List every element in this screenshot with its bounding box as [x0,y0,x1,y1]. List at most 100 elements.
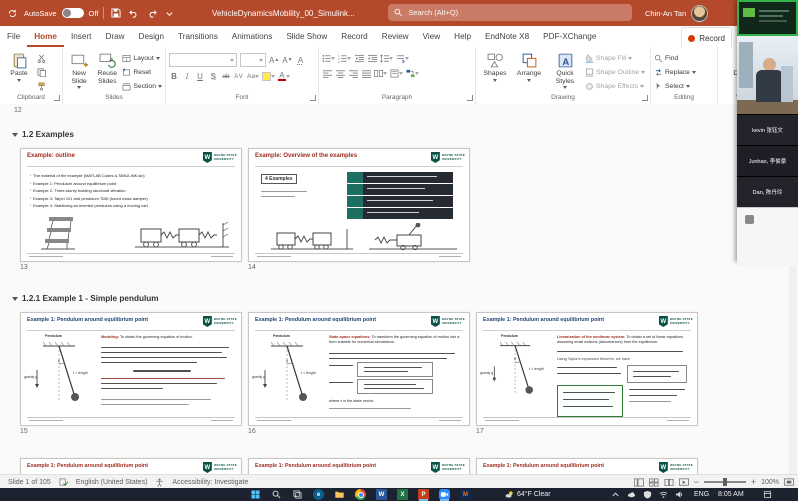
slide-thumbnail-13[interactable]: Example: outline W WAYNE STATEUNIVERSITY… [20,148,242,262]
tab-file[interactable]: File [0,26,27,47]
accessibility-status[interactable]: Accessibility: Investigate [172,479,248,486]
tab-endnote[interactable]: EndNote X8 [478,26,536,47]
justify-button[interactable] [361,68,371,79]
show-hidden-icons-button[interactable] [610,489,621,500]
replace-button[interactable]: Replace [654,66,696,78]
search-input[interactable] [406,7,626,18]
participant-tile[interactable]: Dan, 陈丹玲 [737,176,798,207]
zoom-level[interactable]: 100% [761,479,779,486]
underline-button[interactable]: U [195,71,205,82]
zoom-icon[interactable] [439,489,450,500]
undo-button[interactable] [127,7,140,20]
powerpoint-icon[interactable]: P [418,489,429,500]
section-header-example1[interactable]: 1.2.1 Example 1 - Simple pendulum [12,294,159,303]
convert-smartart-button[interactable] [406,68,419,79]
bold-button[interactable]: B [169,71,179,82]
increase-indent-button[interactable] [367,53,377,64]
panel-control-icon[interactable] [745,215,754,224]
active-speaker-tile[interactable] [737,0,798,36]
autosave-toggle[interactable] [62,8,84,18]
language-status[interactable]: English (United States) [76,479,148,486]
highlight-color-button[interactable] [262,71,275,82]
section-header-examples[interactable]: 1.2 Examples [12,130,74,139]
tab-help[interactable]: Help [447,26,478,47]
participant-video-tile[interactable] [737,36,798,114]
weather-widget[interactable]: 64°F Clear [505,488,551,501]
slide-thumbnail-16[interactable]: Example 1: Pendulum around equilibrium p… [248,312,470,426]
reuse-slides-button[interactable]: Reuse Slides [94,50,120,85]
participant-tile[interactable]: Junhao, 李俊豪 [737,145,798,176]
align-center-button[interactable] [335,68,345,79]
search-box[interactable] [388,4,632,21]
quick-styles-button[interactable]: A Quick Styles [547,50,583,89]
save-button[interactable] [109,7,122,20]
cut-button[interactable] [37,52,46,64]
redo-button[interactable] [145,7,158,20]
clear-formatting-button[interactable]: A [296,55,306,66]
shape-outline-button[interactable]: Shape Outline [585,66,645,78]
slide-thumbnail-18[interactable]: Example 1: Pendulum around equilibrium p… [20,458,242,474]
slide-show-button[interactable] [679,478,689,487]
slide-thumbnail-14[interactable]: Example: Overview of the examples W WAYN… [248,148,470,262]
participant-tile[interactable]: kevin 张钰文 [737,114,798,145]
zoom-out-button[interactable]: − [694,477,699,487]
new-slide-button[interactable]: New Slide [66,50,92,89]
strikethrough-button[interactable]: ab [221,71,231,82]
format-painter-button[interactable] [37,80,46,92]
align-right-button[interactable] [348,68,358,79]
tab-design[interactable]: Design [132,26,172,47]
font-name-combo[interactable] [169,53,237,67]
layout-button[interactable]: Layout [122,52,162,64]
select-button[interactable]: Select [654,80,696,92]
line-spacing-button[interactable] [380,53,393,64]
onedrive-icon[interactable] [626,489,637,500]
tab-transitions[interactable]: Transitions [171,26,225,47]
paste-button[interactable]: Paste [3,50,35,82]
file-explorer-icon[interactable] [334,489,345,500]
word-icon[interactable]: W [376,489,387,500]
bullets-button[interactable] [322,53,335,64]
italic-button[interactable]: I [182,71,192,82]
decrease-indent-button[interactable] [354,53,364,64]
slide-thumbnail-19[interactable]: Example 1: Pendulum around equilibrium p… [248,458,470,474]
decrease-font-size-button[interactable]: A▼ [282,55,292,66]
tab-view[interactable]: View [416,26,448,47]
volume-icon[interactable] [674,489,685,500]
tab-home[interactable]: Home [27,26,64,47]
change-case-button[interactable]: Aa [247,71,259,82]
matlab-icon[interactable]: M [460,489,471,500]
arrange-button[interactable]: Arrange [513,50,545,82]
zoom-in-button[interactable]: + [751,477,756,487]
reading-view-button[interactable] [664,478,674,487]
text-shadow-button[interactable]: S [208,71,218,82]
slide-thumbnail-17[interactable]: Example 1: Pendulum around equilibrium p… [476,312,698,426]
tab-draw[interactable]: Draw [98,26,131,47]
paragraph-dialog-launcher[interactable] [467,95,473,101]
numbering-button[interactable]: 123 [338,53,351,64]
task-view-button[interactable] [292,489,303,500]
notification-center-button[interactable] [762,489,773,500]
increase-font-size-button[interactable]: A▲ [269,55,279,66]
find-button[interactable]: Find [654,52,696,64]
align-left-button[interactable] [322,68,332,79]
slide-thumbnail-15[interactable]: Example 1: Pendulum around equilibrium p… [20,312,242,426]
zoom-slider[interactable] [704,481,746,483]
font-color-button[interactable]: A [278,71,290,82]
slide-thumbnail-20[interactable]: Example 1: Pendulum around equilibrium p… [476,458,698,474]
text-direction-button[interactable] [396,53,409,64]
tab-review[interactable]: Review [375,26,416,47]
user-account[interactable]: Chin-An Tan [645,0,708,26]
tab-record[interactable]: Record [334,26,374,47]
chrome-icon[interactable] [355,489,366,500]
font-size-combo[interactable] [240,53,266,67]
align-text-button[interactable] [390,68,403,79]
font-dialog-launcher[interactable] [310,95,316,101]
slide-sorter-view-button[interactable] [649,478,659,487]
columns-button[interactable] [374,68,387,79]
spellcheck-icon[interactable] [59,478,68,487]
language-indicator[interactable]: ENG [694,488,709,501]
copy-button[interactable] [37,66,46,78]
edge-icon[interactable]: e [313,489,324,500]
taskbar-search-button[interactable] [271,489,282,500]
tab-pdf-xchange[interactable]: PDF-XChange [536,26,603,47]
